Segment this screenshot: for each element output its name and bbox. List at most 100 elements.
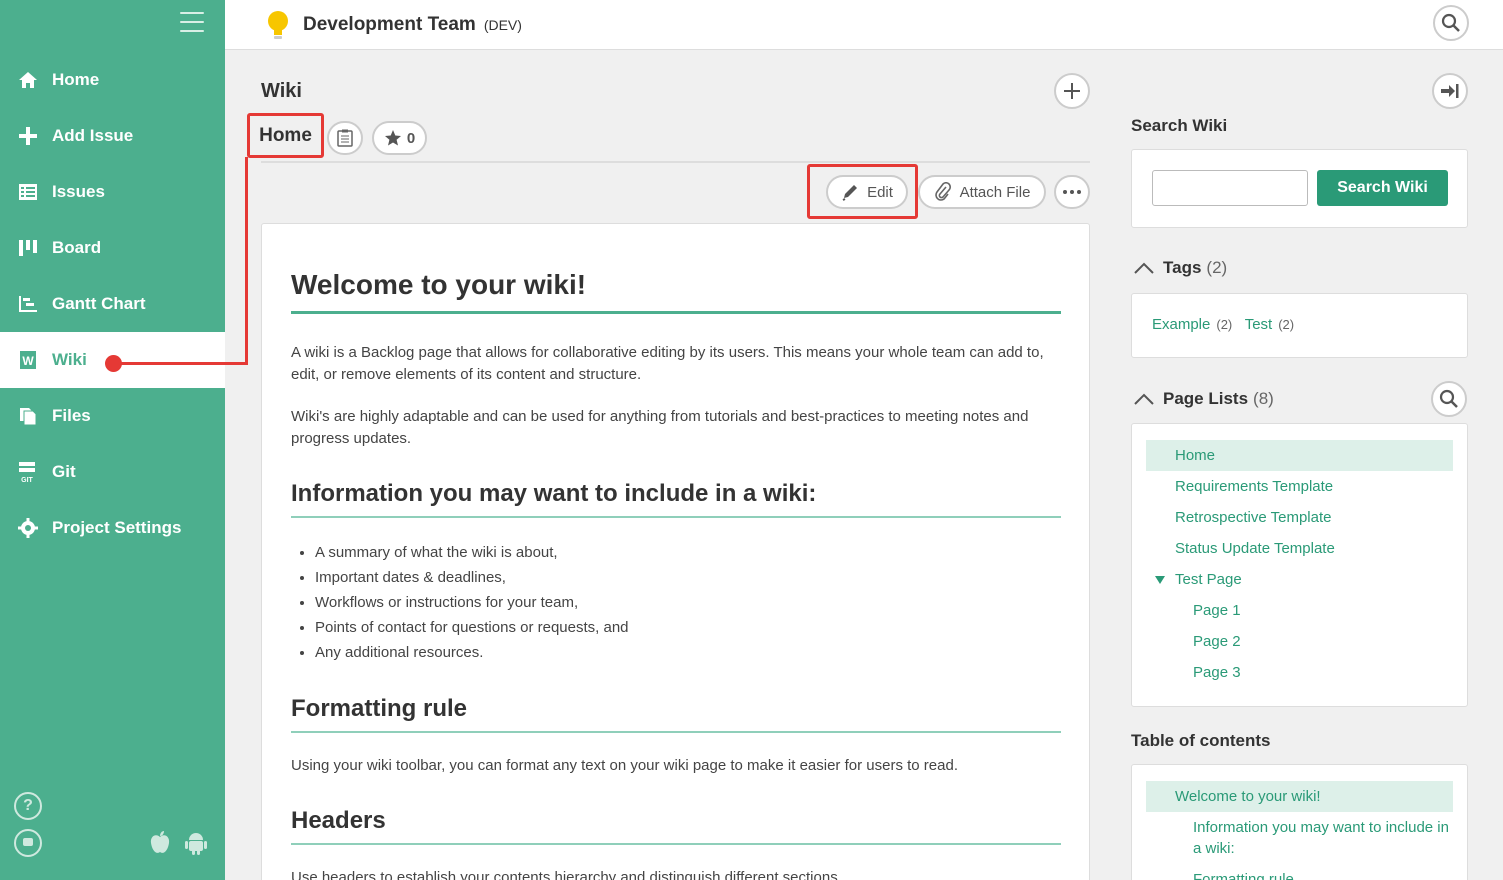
gantt-icon xyxy=(18,294,38,314)
article-subheading: Information you may want to include in a… xyxy=(291,480,1061,518)
project-name[interactable]: Development Team xyxy=(303,14,476,36)
divider xyxy=(261,161,1090,163)
sidebar-item-label: Home xyxy=(52,70,100,89)
lightbulb-icon xyxy=(267,10,289,40)
more-icon xyxy=(1063,190,1081,194)
arrow-right-bar-icon xyxy=(1441,84,1459,98)
tags-title: Tags xyxy=(1163,258,1202,277)
page-list-item[interactable]: Requirements Template xyxy=(1146,471,1453,502)
section-title: Wiki xyxy=(261,80,302,102)
toc-item[interactable]: Information you may want to include in a… xyxy=(1146,812,1453,864)
paperclip-icon xyxy=(934,182,951,201)
page-list-search-button[interactable] xyxy=(1431,381,1467,417)
attach-file-button[interactable]: Attach File xyxy=(918,175,1046,209)
list-item: Any additional resources. xyxy=(315,640,1061,665)
tag-link[interactable]: Example xyxy=(1152,316,1210,333)
sidebar: Home Add Issue Issues Board Gantt Chart … xyxy=(0,0,225,880)
plus-icon xyxy=(1064,83,1080,99)
toc-item[interactable]: Formatting rule xyxy=(1146,864,1453,880)
article-list: A summary of what the wiki is about, Imp… xyxy=(315,540,1061,665)
caret-down-icon[interactable] xyxy=(1154,575,1166,585)
list-icon xyxy=(18,182,38,202)
apple-icon[interactable] xyxy=(148,830,172,861)
files-icon xyxy=(18,406,38,426)
svg-text:W: W xyxy=(22,354,34,368)
more-actions-button[interactable] xyxy=(1054,175,1090,209)
git-icon: GIT xyxy=(18,462,38,483)
tag-link[interactable]: Test xyxy=(1245,316,1273,333)
tags-heading[interactable]: Tags (2) xyxy=(1133,258,1227,278)
sidebar-item-label: Wiki xyxy=(52,350,87,369)
search-icon xyxy=(1441,13,1460,32)
sidebar-item-project-settings[interactable]: Project Settings xyxy=(0,500,225,556)
search-wiki-button[interactable]: Search Wiki xyxy=(1317,170,1448,206)
page-lists-heading[interactable]: Page Lists (8) xyxy=(1133,389,1274,409)
sidebar-nav: Home Add Issue Issues Board Gantt Chart … xyxy=(0,52,225,556)
sidebar-item-add-issue[interactable]: Add Issue xyxy=(0,108,225,164)
tag-count: (2) xyxy=(1278,317,1295,332)
sidebar-item-label: Gantt Chart xyxy=(52,294,146,313)
sidebar-footer: ? xyxy=(14,792,211,862)
project-key: (DEV) xyxy=(483,16,522,33)
clipboard-icon xyxy=(337,129,353,147)
article-paragraph: A wiki is a Backlog page that allows for… xyxy=(291,344,1044,383)
page-history-button[interactable] xyxy=(327,121,363,155)
chat-icon[interactable] xyxy=(14,829,42,857)
article-subheading: Headers xyxy=(291,807,1061,845)
page-list-item[interactable]: Retrospective Template xyxy=(1146,502,1453,533)
star-icon xyxy=(384,130,401,146)
hamburger-menu-icon[interactable] xyxy=(180,12,204,32)
chevron-up-icon xyxy=(1134,393,1154,405)
article-paragraph: Use headers to establish your contents h… xyxy=(291,869,842,880)
sidebar-item-issues[interactable]: Issues xyxy=(0,164,225,220)
article-heading: Welcome to your wiki! xyxy=(291,269,1061,314)
sidebar-item-files[interactable]: Files xyxy=(0,388,225,444)
home-icon xyxy=(18,70,38,90)
page-list-item[interactable]: Status Update Template xyxy=(1146,533,1453,564)
page-list-item[interactable]: Page 1 xyxy=(1146,595,1453,626)
article-subheading: Formatting rule xyxy=(291,695,1061,733)
page-list-item[interactable]: Page 2 xyxy=(1146,626,1453,657)
sidebar-item-home[interactable]: Home xyxy=(0,52,225,108)
board-icon xyxy=(18,238,38,258)
annotation-line xyxy=(114,362,248,365)
collapse-panel-button[interactable] xyxy=(1432,73,1468,109)
search-wiki-input[interactable] xyxy=(1152,170,1308,206)
page-list-item[interactable]: Test Page xyxy=(1146,564,1453,595)
wiki-content: Welcome to your wiki! A wiki is a Backlo… xyxy=(261,223,1090,880)
page-lists-title: Page Lists xyxy=(1163,389,1249,408)
search-wiki-heading: Search Wiki xyxy=(1131,116,1228,135)
plus-icon xyxy=(18,126,38,146)
global-search-button[interactable] xyxy=(1433,5,1469,41)
android-icon[interactable] xyxy=(184,830,208,861)
search-icon xyxy=(1439,389,1458,408)
help-icon[interactable]: ? xyxy=(14,792,42,820)
chevron-up-icon xyxy=(1134,262,1154,274)
toc-card: Welcome to your wiki! Information you ma… xyxy=(1131,764,1468,880)
sidebar-item-gantt[interactable]: Gantt Chart xyxy=(0,276,225,332)
annotation-line xyxy=(245,157,248,365)
edit-highlight xyxy=(807,164,918,219)
list-item: Important dates & deadlines, xyxy=(315,565,1061,590)
page-list-item[interactable]: Home xyxy=(1146,440,1453,471)
sidebar-item-label: Issues xyxy=(52,182,105,201)
add-page-button[interactable] xyxy=(1054,73,1090,109)
sidebar-item-label: Add Issue xyxy=(52,126,134,145)
sidebar-item-board[interactable]: Board xyxy=(0,220,225,276)
page-lists-card: Home Requirements Template Retrospective… xyxy=(1131,423,1468,707)
list-item: A summary of what the wiki is about, xyxy=(315,540,1061,565)
toc-item[interactable]: Welcome to your wiki! xyxy=(1146,781,1453,812)
article-paragraph: Wiki's are highly adaptable and can be u… xyxy=(291,408,1029,447)
top-bar: Development Team (DEV) xyxy=(225,0,1503,50)
list-item: Points of contact for questions or reque… xyxy=(315,615,1061,640)
tags-count: (2) xyxy=(1206,258,1228,277)
page-list-item[interactable]: Page 3 xyxy=(1146,657,1453,688)
article-paragraph: Using your wiki toolbar, you can format … xyxy=(291,757,958,774)
sidebar-item-git[interactable]: GIT Git xyxy=(0,444,225,500)
star-button[interactable]: 0 xyxy=(372,121,427,155)
sidebar-item-label: Git xyxy=(52,462,76,481)
toc-heading: Table of contents xyxy=(1131,731,1271,750)
tags-card: Example (2) Test (2) xyxy=(1131,293,1468,358)
svg-text:GIT: GIT xyxy=(21,477,33,483)
search-wiki-card: Search Wiki xyxy=(1131,149,1468,228)
